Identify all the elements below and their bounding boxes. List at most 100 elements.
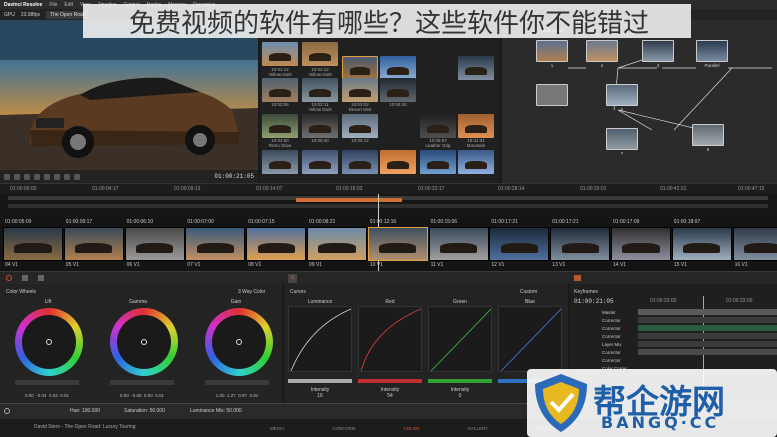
selected-clip-bar[interactable] bbox=[296, 198, 402, 202]
timeline-clip[interactable] bbox=[3, 227, 63, 261]
still-thumb[interactable] bbox=[302, 150, 338, 174]
keyframe-row[interactable]: Corrector bbox=[570, 348, 777, 356]
still-thumb[interactable] bbox=[380, 56, 416, 80]
timeline-clip[interactable] bbox=[185, 227, 246, 261]
luminance-mix-readout[interactable]: Luminance Mix: 50.000 bbox=[190, 408, 242, 414]
page-tab-conform[interactable]: CONFORM bbox=[332, 426, 355, 431]
timeline-clip[interactable] bbox=[307, 227, 367, 261]
timeline-clip[interactable] bbox=[246, 227, 307, 261]
still-thumb[interactable] bbox=[458, 114, 494, 138]
jump-end-button[interactable] bbox=[64, 173, 70, 180]
reset-icon[interactable] bbox=[4, 408, 10, 414]
red-curve[interactable] bbox=[358, 306, 422, 372]
still-thumb[interactable] bbox=[420, 150, 456, 174]
blue-curve[interactable] bbox=[498, 306, 562, 372]
still-thumb[interactable] bbox=[302, 78, 338, 102]
rgb-mixer-icon[interactable] bbox=[22, 275, 28, 281]
keyframe-row[interactable]: Corrector bbox=[570, 332, 777, 340]
keyframe-icon[interactable] bbox=[574, 275, 581, 281]
still-thumb[interactable] bbox=[262, 42, 298, 66]
grading-node[interactable] bbox=[642, 40, 674, 62]
grading-node[interactable] bbox=[606, 84, 638, 106]
green-curve[interactable] bbox=[428, 306, 492, 372]
keyframe-row[interactable]: Master bbox=[570, 308, 777, 316]
timeline-clip[interactable] bbox=[550, 227, 611, 261]
gain-puck[interactable] bbox=[236, 339, 242, 345]
stop-button[interactable] bbox=[34, 173, 40, 180]
still-thumb[interactable] bbox=[380, 150, 416, 174]
timeline-ruler[interactable]: 01:00:00:00 01:00:04:17 01:00:09:13 01:0… bbox=[0, 183, 777, 194]
hue-readout[interactable]: Hue: 100.000 bbox=[70, 408, 100, 414]
still-thumb[interactable] bbox=[342, 114, 378, 138]
play-reverse-button[interactable] bbox=[24, 173, 30, 180]
color-wheel-icon[interactable] bbox=[6, 275, 12, 281]
curves-icon[interactable]: ✕ bbox=[288, 274, 297, 283]
play-button[interactable] bbox=[44, 173, 50, 180]
timeline-clip[interactable] bbox=[367, 227, 428, 261]
still-thumb[interactable] bbox=[302, 42, 338, 66]
grading-node[interactable] bbox=[586, 40, 618, 62]
gamma-puck[interactable] bbox=[141, 339, 147, 345]
timeline-clip[interactable] bbox=[489, 227, 550, 261]
keyframe-row[interactable]: Corrector bbox=[570, 316, 777, 324]
still-thumb[interactable] bbox=[458, 150, 494, 174]
clip-timecode: 01:00:08:21 bbox=[309, 219, 336, 225]
timeline-clip[interactable] bbox=[124, 227, 185, 261]
node-editor[interactable]: Node Label 1 2 3 Parallel 6 7 8 bbox=[502, 20, 777, 183]
timeline-clip[interactable] bbox=[671, 227, 732, 261]
motion-icon[interactable] bbox=[38, 275, 44, 281]
gamma-master-slider[interactable] bbox=[110, 380, 174, 385]
clip-track-label: 07 V1 bbox=[187, 262, 201, 268]
timeline-clip[interactable] bbox=[732, 227, 777, 261]
jump-start-button[interactable] bbox=[4, 173, 10, 180]
grading-node[interactable] bbox=[536, 40, 568, 62]
green-intensity-slider[interactable] bbox=[428, 379, 492, 383]
page-tab-color[interactable]: COLOR bbox=[404, 426, 420, 431]
clip-timecode: 01:00:05:09 bbox=[5, 219, 32, 225]
intensity-value: 54 bbox=[387, 393, 393, 399]
still-thumb[interactable] bbox=[458, 56, 494, 80]
timeline-clip[interactable] bbox=[63, 227, 124, 261]
intensity-value: 0 bbox=[458, 393, 462, 399]
lift-puck[interactable] bbox=[46, 339, 52, 345]
wheel-mode[interactable]: 3 Way Color bbox=[238, 289, 265, 295]
menu-edit[interactable]: Edit bbox=[64, 2, 73, 8]
still-thumb[interactable] bbox=[302, 114, 338, 138]
red-intensity-slider[interactable] bbox=[358, 379, 422, 383]
timeline-clip[interactable] bbox=[428, 227, 489, 261]
rewind-button[interactable] bbox=[14, 173, 20, 180]
saturation-readout[interactable]: Saturation: 50.000 bbox=[124, 408, 165, 414]
page-tab-gallery[interactable]: GALLERY bbox=[468, 426, 489, 431]
node-number: 1 bbox=[550, 63, 554, 68]
forward-button[interactable] bbox=[54, 173, 60, 180]
grading-node[interactable] bbox=[696, 40, 728, 62]
still-thumb[interactable] bbox=[342, 150, 378, 174]
lift-master-slider[interactable] bbox=[15, 380, 79, 385]
grading-node[interactable] bbox=[606, 128, 638, 150]
still-thumb[interactable] bbox=[342, 56, 378, 80]
still-thumb[interactable] bbox=[262, 150, 298, 174]
grading-node[interactable] bbox=[692, 124, 724, 146]
still-thumb[interactable] bbox=[420, 114, 456, 138]
still-thumb[interactable] bbox=[380, 78, 416, 102]
keyframe-row[interactable]: Corrector bbox=[570, 324, 777, 332]
loop-button[interactable] bbox=[74, 173, 80, 180]
keyframe-row[interactable]: Corrector bbox=[570, 356, 777, 364]
video-viewer[interactable] bbox=[0, 20, 258, 170]
luminance-curve[interactable] bbox=[288, 306, 352, 372]
playhead[interactable] bbox=[378, 194, 379, 218]
node-number: 8 bbox=[706, 147, 710, 152]
page-tab-media[interactable]: MEDIA bbox=[270, 426, 284, 431]
still-thumb[interactable] bbox=[262, 114, 298, 138]
curve-label: Green bbox=[453, 299, 467, 305]
timeline-tracks[interactable] bbox=[0, 194, 777, 218]
still-thumb[interactable] bbox=[342, 78, 378, 102]
gain-master-slider[interactable] bbox=[205, 380, 269, 385]
still-thumb[interactable] bbox=[262, 78, 298, 102]
curves-mode[interactable]: Custom bbox=[520, 289, 537, 295]
keyframe-row[interactable]: Layer Mix bbox=[570, 340, 777, 348]
menu-file[interactable]: File bbox=[49, 2, 57, 8]
grading-node[interactable] bbox=[536, 84, 568, 106]
luminance-intensity-slider[interactable] bbox=[288, 379, 352, 383]
timeline-clip[interactable] bbox=[611, 227, 671, 261]
